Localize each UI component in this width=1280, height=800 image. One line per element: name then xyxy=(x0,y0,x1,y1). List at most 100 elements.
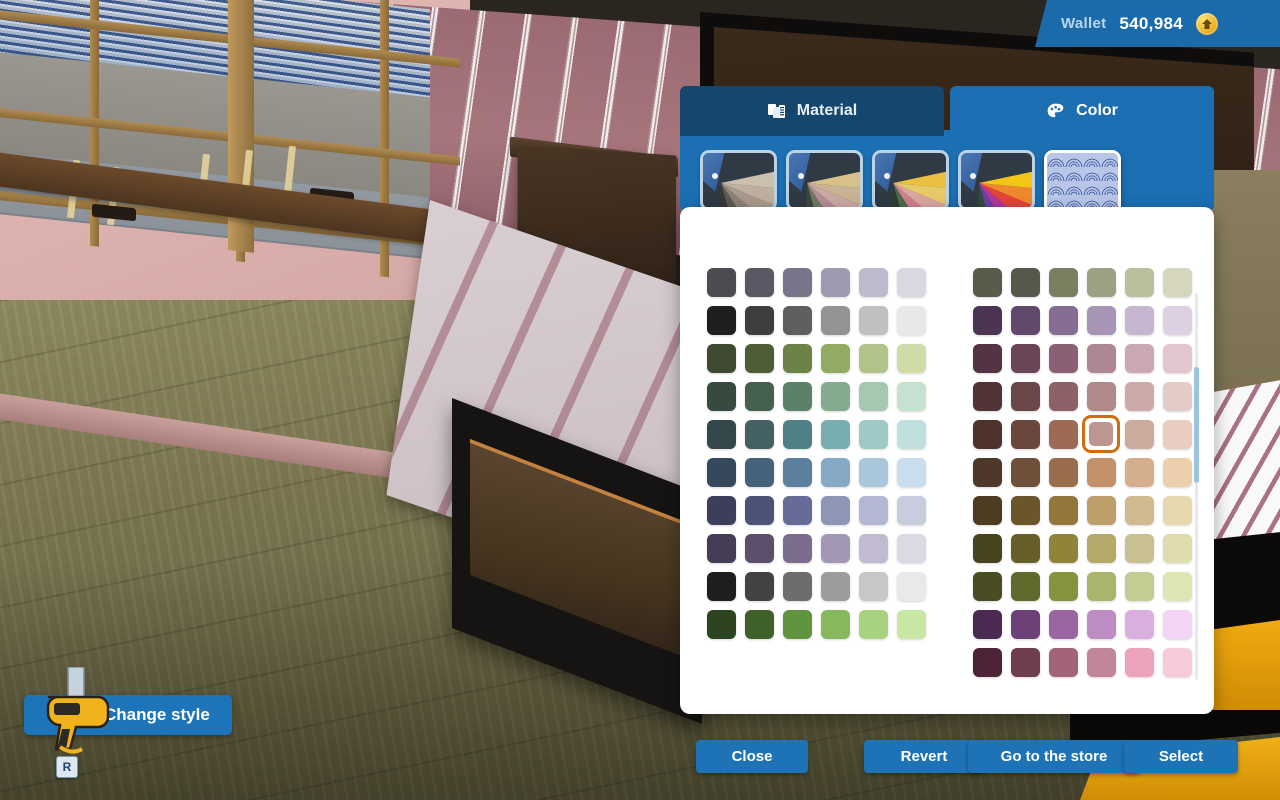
color-swatch-chip[interactable] xyxy=(1124,381,1154,411)
change-style-control[interactable]: Change style xyxy=(24,666,232,754)
color-swatch-chip[interactable] xyxy=(706,609,736,639)
color-swatch-chip[interactable] xyxy=(744,533,774,563)
color-swatch[interactable] xyxy=(1120,605,1158,643)
color-swatch-chip[interactable] xyxy=(896,495,926,525)
go-to-store-button[interactable]: Go to the store xyxy=(968,740,1140,773)
color-swatch-chip[interactable] xyxy=(1010,457,1040,487)
color-swatch-chip[interactable] xyxy=(858,609,888,639)
color-swatch-chip[interactable] xyxy=(1124,647,1154,677)
color-swatch[interactable] xyxy=(968,301,1006,339)
color-swatch-chip[interactable] xyxy=(858,305,888,335)
color-swatch[interactable] xyxy=(740,301,778,339)
color-swatch[interactable] xyxy=(1044,301,1082,339)
revert-button[interactable]: Revert xyxy=(864,740,984,773)
color-swatch-chip[interactable] xyxy=(782,571,812,601)
color-swatch-chip[interactable] xyxy=(896,571,926,601)
color-swatch[interactable] xyxy=(1006,377,1044,415)
color-swatch-chip[interactable] xyxy=(1048,609,1078,639)
color-swatch-chip[interactable] xyxy=(1162,457,1192,487)
color-swatch[interactable] xyxy=(1006,491,1044,529)
color-swatch-chip[interactable] xyxy=(1086,533,1116,563)
color-swatch-chip[interactable] xyxy=(782,495,812,525)
color-swatch-chip[interactable] xyxy=(1124,571,1154,601)
color-swatch[interactable] xyxy=(1044,605,1082,643)
color-swatch-chip[interactable] xyxy=(858,571,888,601)
color-swatch[interactable] xyxy=(702,339,740,377)
color-swatch[interactable] xyxy=(1158,567,1196,605)
color-swatch[interactable] xyxy=(1044,415,1082,453)
color-swatch[interactable] xyxy=(1120,263,1158,301)
color-swatch-chip[interactable] xyxy=(1162,647,1192,677)
color-swatch[interactable] xyxy=(740,263,778,301)
thumbnail-palette-bright-fan[interactable] xyxy=(872,150,949,211)
color-swatch[interactable] xyxy=(968,567,1006,605)
color-swatch-chip[interactable] xyxy=(1162,343,1192,373)
color-swatch-chip[interactable] xyxy=(1124,495,1154,525)
color-swatch[interactable] xyxy=(1006,453,1044,491)
thumbnail-palette-warm-fan[interactable] xyxy=(786,150,863,211)
color-swatch[interactable] xyxy=(1044,339,1082,377)
color-swatch-chip[interactable] xyxy=(820,305,850,335)
color-swatch[interactable] xyxy=(702,415,740,453)
color-swatch[interactable] xyxy=(1120,643,1158,681)
color-swatch[interactable] xyxy=(892,605,930,643)
color-swatch[interactable] xyxy=(702,263,740,301)
color-swatch[interactable] xyxy=(892,377,930,415)
color-swatch-chip[interactable] xyxy=(972,609,1002,639)
color-swatch[interactable] xyxy=(1120,567,1158,605)
color-swatch[interactable] xyxy=(892,263,930,301)
color-swatch-chip[interactable] xyxy=(706,457,736,487)
color-swatch[interactable] xyxy=(1158,453,1196,491)
color-scrollbar[interactable] xyxy=(1194,293,1199,680)
color-swatch-chip[interactable] xyxy=(744,267,774,297)
color-swatch[interactable] xyxy=(816,263,854,301)
color-swatch-chip[interactable] xyxy=(1010,609,1040,639)
color-swatch[interactable] xyxy=(1158,529,1196,567)
color-swatch-chip[interactable] xyxy=(782,419,812,449)
color-swatch[interactable] xyxy=(968,491,1006,529)
color-swatch-chip[interactable] xyxy=(1010,533,1040,563)
color-swatch[interactable] xyxy=(1158,415,1196,453)
color-swatch-chip[interactable] xyxy=(1048,533,1078,563)
color-swatch[interactable] xyxy=(854,529,892,567)
color-swatch[interactable] xyxy=(740,339,778,377)
color-swatch[interactable] xyxy=(702,377,740,415)
color-swatch-chip[interactable] xyxy=(820,571,850,601)
color-swatch[interactable] xyxy=(1120,453,1158,491)
color-swatch[interactable] xyxy=(892,339,930,377)
color-swatch[interactable] xyxy=(1082,453,1120,491)
color-swatch[interactable] xyxy=(740,453,778,491)
color-swatch-chip[interactable] xyxy=(896,419,926,449)
color-swatch-chip[interactable] xyxy=(896,609,926,639)
color-swatch[interactable] xyxy=(1006,567,1044,605)
color-swatch[interactable] xyxy=(1082,339,1120,377)
color-swatch-chip[interactable] xyxy=(820,533,850,563)
color-swatch[interactable] xyxy=(1120,529,1158,567)
color-swatch[interactable] xyxy=(854,605,892,643)
color-swatch-chip[interactable] xyxy=(1048,305,1078,335)
color-swatch-chip[interactable] xyxy=(1010,305,1040,335)
color-swatch-chip[interactable] xyxy=(896,457,926,487)
color-swatch[interactable] xyxy=(778,339,816,377)
color-swatch[interactable] xyxy=(1158,643,1196,681)
color-swatch-chip[interactable] xyxy=(972,305,1002,335)
color-swatch-chip[interactable] xyxy=(820,609,850,639)
color-swatch[interactable] xyxy=(778,301,816,339)
color-scrollbar-thumb[interactable] xyxy=(1194,366,1199,483)
color-swatch-chip[interactable] xyxy=(1086,267,1116,297)
color-swatch-chip[interactable] xyxy=(1048,419,1078,449)
color-swatch-chip[interactable] xyxy=(1086,343,1116,373)
color-swatch-chip[interactable] xyxy=(972,419,1002,449)
color-swatch[interactable] xyxy=(968,263,1006,301)
color-swatch[interactable] xyxy=(816,491,854,529)
color-swatch-chip[interactable] xyxy=(744,609,774,639)
color-swatch[interactable] xyxy=(854,301,892,339)
color-swatch[interactable] xyxy=(1082,415,1120,453)
color-swatch[interactable] xyxy=(1082,567,1120,605)
color-swatch-chip[interactable] xyxy=(820,267,850,297)
color-swatch[interactable] xyxy=(778,605,816,643)
color-swatch[interactable] xyxy=(702,529,740,567)
color-swatch[interactable] xyxy=(1082,643,1120,681)
color-swatch-chip[interactable] xyxy=(820,495,850,525)
color-swatch[interactable] xyxy=(816,415,854,453)
